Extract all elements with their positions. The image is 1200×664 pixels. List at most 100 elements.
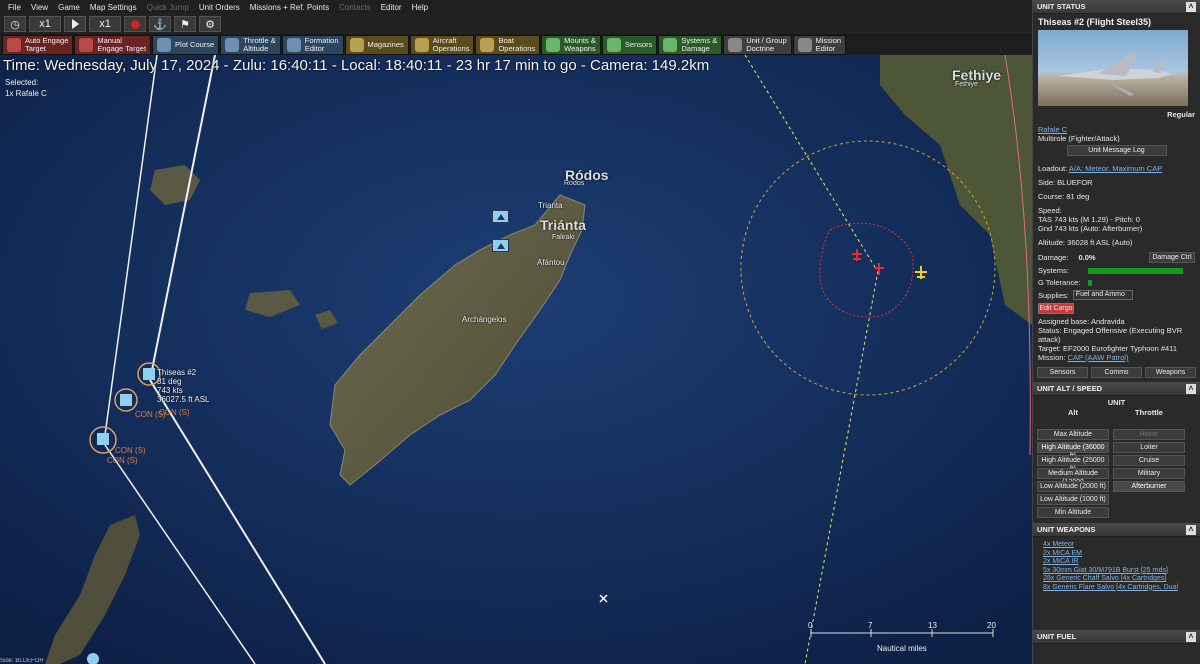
unit-side: Side: BLUEFOR bbox=[1038, 178, 1093, 187]
menu-bar: File View Game Map Settings Quick Jump Unit O… bbox=[0, 0, 1032, 14]
message-log-button[interactable]: Unit Message Log bbox=[1066, 145, 1167, 156]
weapon-item[interactable]: 8x Generic Flare Salvo [4x Cartridges, D… bbox=[1043, 584, 1190, 593]
weapons-header[interactable]: UNIT WEAPONS ˄ bbox=[1033, 523, 1200, 537]
alt-low-1000-button[interactable]: Low Altitude (1000 ft) bbox=[1037, 494, 1109, 505]
time-compression-1[interactable]: x1 bbox=[29, 16, 61, 32]
contact-status-2: CON (S) bbox=[159, 408, 190, 417]
weapon-item[interactable]: 4x Meteor bbox=[1043, 541, 1190, 550]
menu-editor[interactable]: Editor bbox=[381, 3, 402, 12]
toolbar-unit-group-doctrine-button[interactable]: Unit / Group Doctrine bbox=[723, 35, 792, 55]
unit-class-link[interactable]: Rafale C bbox=[1038, 125, 1067, 134]
toolbar-systems-damage-button[interactable]: Systems & Damage bbox=[658, 35, 723, 55]
weapon-item[interactable]: 5x 30mm Giat 30/M791B Burst [25 rnds] bbox=[1043, 567, 1190, 576]
plot-course-icon bbox=[157, 38, 172, 52]
magazines-icon bbox=[349, 38, 364, 52]
collapse-icon[interactable]: ˄ bbox=[1186, 1, 1196, 12]
menu-game[interactable]: Game bbox=[58, 3, 80, 12]
loadout-link[interactable]: A/A: Meteor, Maximum CAP bbox=[1069, 164, 1162, 173]
unit-panel: UNIT STATUS ˄ Thiseas #2 (Flight Steel35… bbox=[1032, 0, 1200, 664]
menu-unit-orders[interactable]: Unit Orders bbox=[199, 3, 240, 12]
menu-quick-jump[interactable]: Quick Jump bbox=[147, 3, 189, 12]
tab-weapons[interactable]: Weapons bbox=[1145, 367, 1196, 378]
mission-link[interactable]: CAP (AAW Patrol) bbox=[1068, 353, 1129, 362]
auto-engage-target-icon bbox=[7, 38, 21, 52]
throttle-hover-button[interactable]: Hover bbox=[1113, 429, 1185, 440]
g-tolerance-bar bbox=[1088, 279, 1092, 286]
toolbar-label: Sensors bbox=[624, 40, 653, 49]
loadout-row: Loadout: A/A: Meteor, Maximum CAP bbox=[1033, 164, 1200, 173]
alt-high-25000-button[interactable]: High Altitude (25000 ft) bbox=[1037, 455, 1109, 473]
menu-map-settings[interactable]: Map Settings bbox=[90, 3, 137, 12]
selected-info: Selected: 1x Rafale C bbox=[5, 77, 47, 99]
alt-speed-title: UNIT ALT / SPEED bbox=[1037, 384, 1103, 393]
toolbar-boat-operations-button[interactable]: Boat Operations bbox=[475, 35, 541, 55]
alt-unit-label: UNIT bbox=[1107, 398, 1126, 407]
toolbar-label: Manual Engage Target bbox=[97, 36, 147, 53]
menu-file[interactable]: File bbox=[8, 3, 21, 12]
fuel-header[interactable]: UNIT FUEL ˄ bbox=[1033, 630, 1200, 644]
airbase-marker-2[interactable] bbox=[492, 239, 509, 252]
unit-title: Thiseas #2 (Flight Steel35) bbox=[1038, 17, 1152, 27]
toolbar-label: Mounts & Weapons bbox=[564, 36, 596, 53]
command-toolbar: Auto Engage Target Manual Engage Target Pl… bbox=[0, 35, 1032, 55]
collapse-icon[interactable]: ˄ bbox=[1186, 524, 1196, 535]
throttle-cruise-button[interactable]: Cruise bbox=[1113, 455, 1185, 466]
alt-high-36000-button[interactable]: High Altitude (36000 ft) bbox=[1037, 442, 1109, 460]
collapse-icon[interactable]: ˄ bbox=[1186, 631, 1196, 642]
throttle-afterburner-button[interactable]: Afterburner bbox=[1113, 481, 1185, 492]
toolbar-magazines-button[interactable]: Magazines bbox=[344, 35, 409, 55]
throttle-loiter-button[interactable]: Loiter bbox=[1113, 442, 1185, 453]
time-compression-2[interactable]: x1 bbox=[89, 16, 121, 32]
systems-label: Systems: bbox=[1038, 266, 1069, 275]
toolbar-sensors-button[interactable]: Sensors bbox=[601, 35, 658, 55]
place-rodos-small: Rodos bbox=[564, 180, 585, 187]
airbase-marker-1[interactable] bbox=[492, 210, 509, 223]
alt-speed-header[interactable]: UNIT ALT / SPEED ˄ bbox=[1033, 382, 1200, 396]
menu-help[interactable]: Help bbox=[412, 3, 428, 12]
throttle-military-button[interactable]: Military bbox=[1113, 468, 1185, 479]
toolbar-mounts-weapons-button[interactable]: Mounts & Weapons bbox=[541, 35, 601, 55]
toolbar-manual-engage-target-button[interactable]: Manual Engage Target bbox=[74, 35, 152, 55]
toolbar-label: Throttle & Altitude bbox=[243, 36, 276, 53]
toolbar-formation-editor-button[interactable]: Formation Editor bbox=[281, 35, 344, 55]
selected-unit: 1x Rafale C bbox=[5, 89, 47, 98]
toolbar-label: Mission Editor bbox=[815, 36, 842, 53]
record-button[interactable] bbox=[124, 16, 146, 32]
unit-status-header[interactable]: UNIT STATUS ˄ bbox=[1033, 0, 1200, 14]
play-button[interactable] bbox=[64, 16, 86, 32]
gear-icon[interactable]: ⚙ bbox=[199, 16, 221, 32]
damage-control-button[interactable]: Damage Ctrl bbox=[1149, 252, 1195, 263]
supplies-select[interactable]: Fuel and Ammo bbox=[1072, 290, 1133, 300]
collapse-icon[interactable]: ˄ bbox=[1186, 383, 1196, 394]
loadout-label: Loadout: bbox=[1038, 164, 1068, 173]
unit-label-alt: 36027.5 ft ASL bbox=[157, 395, 210, 404]
tactical-map[interactable]: Time: Wednesday, July 17, 2024 - Zulu: 1… bbox=[0, 55, 1032, 664]
g-tolerance-label: G Tolerance: bbox=[1038, 278, 1081, 287]
alt-max-button[interactable]: Max Altitude bbox=[1037, 429, 1109, 440]
flag-icon-button[interactable]: ⚑ bbox=[174, 16, 196, 32]
weapon-item[interactable]: 28x Generic Chaff Salvo [4x Cartridges] bbox=[1043, 575, 1190, 584]
toolbar-mission-editor-button[interactable]: Mission Editor bbox=[792, 35, 847, 55]
map-canvas bbox=[0, 55, 1032, 664]
menu-missions-ref-points[interactable]: Missions + Ref. Points bbox=[250, 3, 329, 12]
menu-view[interactable]: View bbox=[31, 3, 48, 12]
weapon-item[interactable]: 2x MICA EM bbox=[1043, 550, 1190, 559]
toolbar-label: Unit / Group Doctrine bbox=[746, 36, 787, 53]
throttle-altitude-icon bbox=[225, 38, 240, 52]
weapon-item[interactable]: 2x MICA IR bbox=[1043, 558, 1190, 567]
menu-contacts[interactable]: Contacts bbox=[339, 3, 371, 12]
toolbar-auto-engage-target-button[interactable]: Auto Engage Target bbox=[2, 35, 74, 55]
scale-tick-1: 7 bbox=[868, 621, 873, 630]
alt-medium-button[interactable]: Medium Altitude (12000 bbox=[1037, 468, 1109, 486]
ship-icon-button[interactable]: ⚓ bbox=[149, 16, 171, 32]
place-faliraki: Faliraki bbox=[552, 234, 575, 241]
clock-icon[interactable]: ◷ bbox=[4, 16, 26, 32]
toolbar-aircraft-operations-button[interactable]: Aircraft Operations bbox=[409, 35, 475, 55]
alt-min-button[interactable]: Min Altitude bbox=[1037, 507, 1109, 518]
alt-low-2000-button[interactable]: Low Altitude (2000 ft) bbox=[1037, 481, 1109, 492]
toolbar-throttle-altitude-button[interactable]: Throttle & Altitude bbox=[220, 35, 281, 55]
tab-sensors[interactable]: Sensors bbox=[1037, 367, 1088, 378]
tab-comms[interactable]: Comms bbox=[1091, 367, 1142, 378]
toolbar-plot-course-button[interactable]: Plot Course bbox=[152, 35, 220, 55]
edit-cargo-button[interactable]: Edit Cargo bbox=[1038, 303, 1074, 314]
